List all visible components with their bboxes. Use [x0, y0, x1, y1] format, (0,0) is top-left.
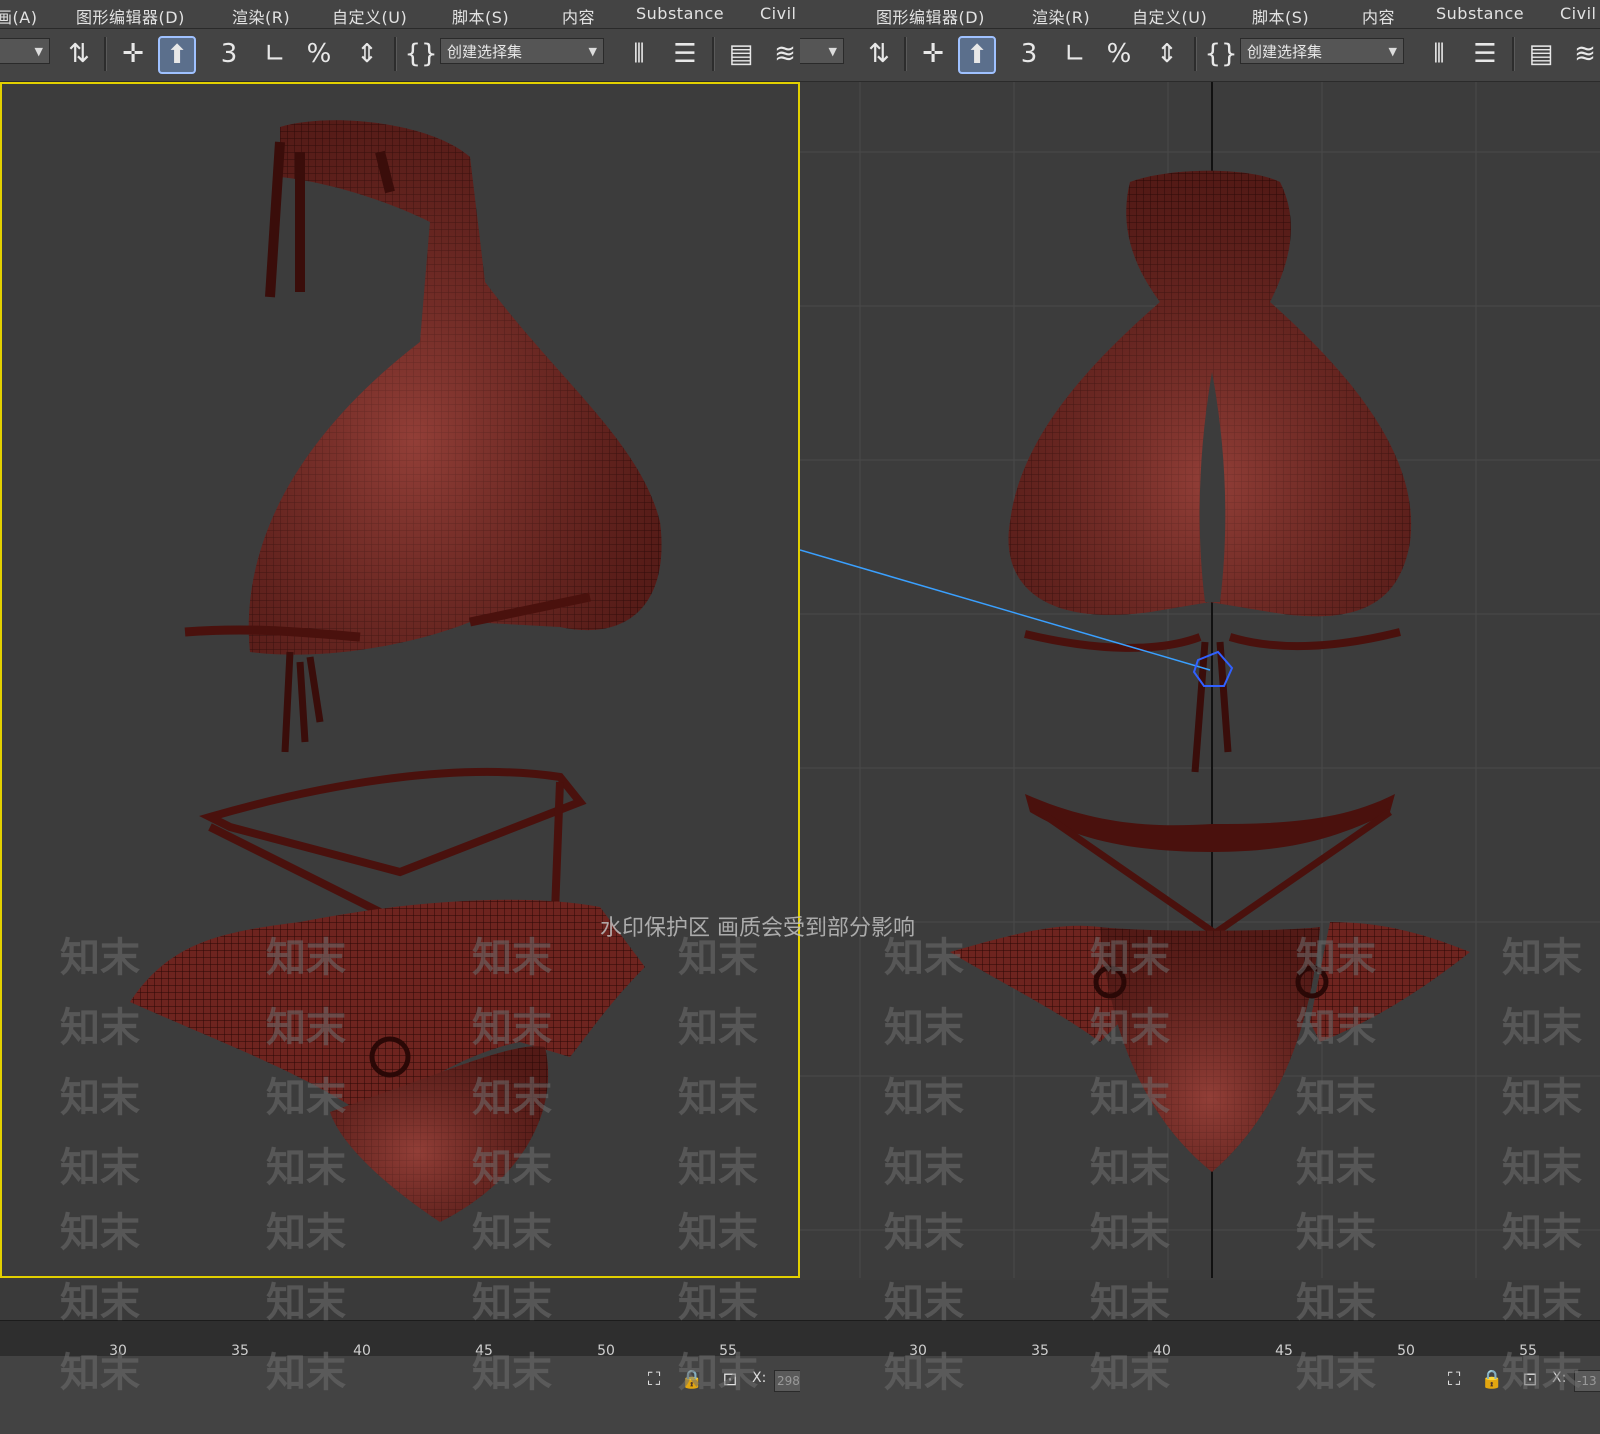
select-object-icon[interactable]: ⬆ [158, 36, 196, 74]
menu-bar: 图形编辑器(D) 渲染(R) 自定义(U) 脚本(S) 内容 Substance… [800, 0, 1600, 29]
menu-graph-editors[interactable]: 图形编辑器(D) [876, 4, 985, 28]
x-coord-label: X: [1552, 1370, 1567, 1386]
named-selection-dropdown[interactable]: 创建选择集 ▼ [440, 38, 604, 64]
x-coord-field[interactable]: -13 [1574, 1370, 1600, 1392]
menu-customize[interactable]: 自定义(U) [1132, 4, 1207, 28]
chevron-down-icon: ▼ [1388, 45, 1397, 58]
scene-explorer-icon[interactable]: ▤ [1522, 35, 1560, 73]
menu-rendering[interactable]: 渲染(R) [1032, 4, 1090, 28]
filter-dropdown[interactable]: ▼ [0, 38, 50, 64]
mirror-icon[interactable]: ⫴ [1420, 35, 1458, 73]
menu-civil[interactable]: Civil [760, 4, 796, 23]
menu-scripting[interactable]: 脚本(S) [452, 4, 509, 28]
align-icon[interactable]: ☰ [666, 35, 704, 73]
layer-explorer-icon[interactable]: ≋ [766, 35, 800, 73]
bikini-bottom-mesh [130, 767, 645, 1222]
named-selection-dropdown[interactable]: 创建选择集 ▼ [1240, 38, 1404, 64]
named-selection-placeholder: 创建选择集 [447, 43, 523, 61]
filter-dropdown[interactable]: ▼ [800, 38, 844, 64]
select-link-icon[interactable]: ⇅ [60, 35, 98, 73]
menu-bar: 画(A) 图形编辑器(D) 渲染(R) 自定义(U) 脚本(S) 内容 Subs… [0, 0, 800, 29]
time-ruler[interactable]: 30 35 40 45 50 55 [0, 1320, 800, 1359]
viewport-perspective[interactable] [0, 82, 800, 1278]
toolbar-separator [712, 37, 715, 71]
angle-snap-icon[interactable]: ∟ [256, 35, 294, 73]
toolbar-separator [904, 37, 907, 71]
snap-3d-icon[interactable]: 3 [210, 35, 248, 73]
track-bar[interactable] [0, 1280, 800, 1320]
main-toolbar: ▼ ⇅ ✛ ⬆ 3 ∟ % ⇕ {} 创建选择集 ▼ ⫴ ☰ ▤ ≋ [0, 29, 800, 83]
absolute-mode-icon[interactable]: ⊡ [1518, 1368, 1542, 1392]
viewport-canvas [800, 82, 1600, 1278]
menu-scripting[interactable]: 脚本(S) [1252, 4, 1309, 28]
bikini-bottom-mesh [950, 794, 1470, 1172]
menu-rendering[interactable]: 渲染(R) [232, 4, 290, 28]
edit-named-selection-icon[interactable]: {} [1202, 35, 1240, 73]
scene-explorer-icon[interactable]: ▤ [722, 35, 760, 73]
menu-civil[interactable]: Civil [1560, 4, 1596, 23]
menu-substance[interactable]: Substance [1436, 4, 1524, 23]
spinner-snap-icon[interactable]: ⇕ [1148, 35, 1186, 73]
align-icon[interactable]: ☰ [1466, 35, 1504, 73]
edit-named-selection-icon[interactable]: {} [402, 35, 440, 73]
angle-snap-icon[interactable]: ∟ [1056, 35, 1094, 73]
isolate-selection-icon[interactable]: ⛶ [1442, 1368, 1466, 1392]
move-icon[interactable]: ✛ [114, 35, 152, 73]
menu-customize[interactable]: 自定义(U) [332, 4, 407, 28]
viewport-canvas [0, 82, 800, 1278]
time-ruler[interactable]: 30 35 40 45 50 55 [800, 1320, 1600, 1359]
percent-snap-icon[interactable]: % [300, 35, 338, 73]
toolbar-separator [104, 37, 107, 71]
absolute-mode-icon[interactable]: ⊡ [718, 1368, 742, 1392]
menu-content[interactable]: 内容 [562, 4, 595, 28]
menu-substance[interactable]: Substance [636, 4, 724, 23]
toolbar-separator [394, 37, 397, 71]
select-link-icon[interactable]: ⇅ [860, 35, 898, 73]
main-toolbar: ▼ ⇅ ✛ ⬆ 3 ∟ % ⇕ {} 创建选择集 ▼ ⫴ ☰ ▤ ≋ [800, 29, 1600, 83]
snap-3d-icon[interactable]: 3 [1010, 35, 1048, 73]
isolate-selection-icon[interactable]: ⛶ [642, 1368, 666, 1392]
toolbar-separator [1512, 37, 1515, 71]
lock-icon[interactable]: 🔒 [680, 1368, 704, 1392]
percent-snap-icon[interactable]: % [1100, 35, 1138, 73]
menu-content[interactable]: 内容 [1362, 4, 1395, 28]
named-selection-placeholder: 创建选择集 [1247, 43, 1323, 61]
track-bar[interactable] [800, 1280, 1600, 1320]
right-app-window: 图形编辑器(D) 渲染(R) 自定义(U) 脚本(S) 内容 Substance… [800, 0, 1600, 1434]
bikini-top-mesh [184, 120, 662, 753]
x-coord-field[interactable]: 298 [774, 1370, 800, 1392]
lock-icon[interactable]: 🔒 [1480, 1368, 1504, 1392]
menu-animation[interactable]: 画(A) [0, 4, 37, 28]
chevron-down-icon: ▼ [588, 45, 597, 58]
move-icon[interactable]: ✛ [914, 35, 952, 73]
bikini-top-mesh [1008, 170, 1412, 773]
left-app-window: 画(A) 图形编辑器(D) 渲染(R) 自定义(U) 脚本(S) 内容 Subs… [0, 0, 800, 1434]
viewport-front[interactable] [800, 82, 1600, 1278]
chevron-down-icon: ▼ [828, 45, 837, 58]
layer-explorer-icon[interactable]: ≋ [1566, 35, 1600, 73]
select-object-icon[interactable]: ⬆ [958, 36, 996, 74]
menu-graph-editors[interactable]: 图形编辑器(D) [76, 4, 185, 28]
spinner-snap-icon[interactable]: ⇕ [348, 35, 386, 73]
chevron-down-icon: ▼ [34, 45, 43, 58]
toolbar-separator [1194, 37, 1197, 71]
x-coord-label: X: [752, 1370, 767, 1386]
mirror-icon[interactable]: ⫴ [620, 35, 658, 73]
